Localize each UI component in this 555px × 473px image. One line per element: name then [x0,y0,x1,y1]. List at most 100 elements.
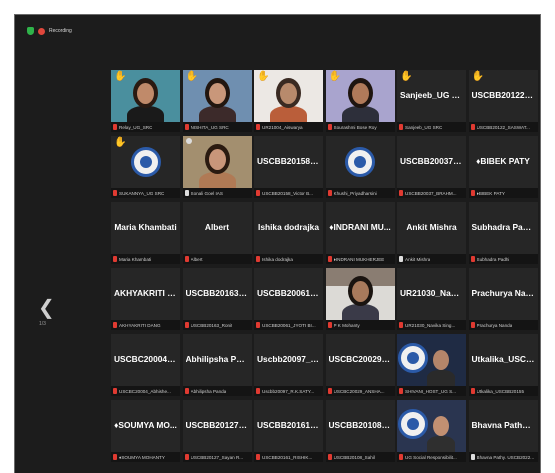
participant-tile[interactable]: Sonali Goel IAS [182,136,252,198]
participant-video-body [427,370,455,386]
participant-display-name: Abhilipsha Panda [185,354,249,364]
mic-muted-icon [256,124,260,130]
participant-display-name: ♦INDRANI MU... [329,222,391,232]
raised-hand-icon: ✋ [257,71,270,82]
mic-muted-icon [470,190,475,196]
participant-display-name: Ishika dodrajka [258,222,319,232]
record-icon [38,27,45,35]
participant-name-label: NISHITA_UG SRC [190,124,229,130]
participant-tile[interactable]: USCBB20122_S... ✋ USCBB20122_SASWAT... [468,70,538,132]
participant-name-label: Bhavna Pathy. USCB2022... [476,454,535,460]
participant-video-face [433,350,449,370]
participant-name-label: Sourashmi Bose Roy [333,124,377,130]
participant-tile[interactable]: USCBB20037_B... USCBB20037_BRAHM... [397,136,466,198]
participant-name-label: USCBB20037_BRAHM... [405,190,457,196]
mic-muted-icon [327,124,332,130]
participant-tile[interactable]: Ankit Mishra Ankit Mishra [397,202,466,264]
participant-tile[interactable]: Subhadra Padhi Subhadra Padhi [468,202,538,264]
participant-video-face [137,83,154,104]
participant-tile[interactable]: ✋ NISHITA_UG SRC [182,70,252,132]
participant-display-name: USCBC20029_A... [328,354,392,364]
participant-display-name: USCBB20061_JY... [257,288,320,298]
participant-tile[interactable]: P K Mohanty [325,268,395,330]
participant-tile[interactable]: USCBB20061_JY... USCBB20061_JYOTI BI... [254,268,323,330]
raised-hand-icon: ✋ [114,71,127,82]
security-shield-icon [27,27,34,35]
previous-page-arrow-icon[interactable]: ❮ [38,297,55,317]
participant-tile[interactable]: ♦INDRANI MU... ♦INDRANI MUKHERJEE [325,202,395,264]
raised-hand-icon: ✋ [114,137,127,148]
mic-muted-icon [399,454,403,460]
participant-tile[interactable]: USCBC20004_A... USCBC20004_Abhishe... [111,334,180,396]
mic-muted-icon [470,256,475,262]
participant-display-name: Sanjeeb_UG SRC [400,90,463,100]
participant-tile[interactable]: ♦SOUMYA MO... ♦SOUMYA MOHANTY [111,400,180,462]
spotlight-icon [185,138,192,144]
participant-tile[interactable]: USCBB20161_R... USCBB20161_RISHIK... [254,400,323,462]
mic-muted-icon [113,322,117,328]
participant-tile[interactable]: Ishika dodrajka Ishika dodrajka [254,202,323,264]
participant-name-bar: Uscbb20097_R.K.SATY... [254,386,323,396]
participant-display-name: USCBB20037_B... [400,156,463,166]
participant-tile[interactable]: Bhavna Pathy. U... Bhavna Pathy. USCB2022… [468,400,538,462]
participant-tile[interactable]: USCBB20158_Vi... USCBB20158_Victor B... [254,136,323,198]
participant-tile[interactable]: ✋ Relay_UG_SRC [111,70,180,132]
participant-name-label: USCBC20004_Abhishe... [119,388,171,394]
mic-muted-icon [256,388,260,394]
raised-hand-icon: ✋ [400,71,413,82]
participant-tile[interactable]: USCBB20108_S... USCBB20108_Sahil [325,400,395,462]
participant-tile[interactable]: USCBB20127_Sa... USCBB20127_Sayan R... [182,400,252,462]
page-indicator: 1/3 [39,321,46,327]
participant-tile[interactable]: USCBB20163_R... USCBB20163_Ronit [182,268,252,330]
participant-name-label: USCBB20127_Sayan R... [190,454,244,460]
participant-name-bar: Sourashmi Bose Roy [325,122,395,132]
mic-muted-icon [184,388,189,394]
participant-name-label: Sanjeeb_UG SRC [405,124,443,130]
participant-tile[interactable]: Abhilipsha Panda Abhilipsha Panda [182,334,252,396]
participant-tile[interactable]: Khushi_Priyadharsini [325,136,395,198]
participant-name-bar: P K Mohanty [325,320,395,330]
participant-display-name: Maria Khambati [114,222,177,232]
participant-tile[interactable]: UG Social Responsibilit... [397,400,466,462]
mic-muted-icon [470,124,475,130]
participant-tile[interactable]: Prachurya Nanda Prachurya Nanda [468,268,538,330]
participant-name-label: USCBB20158_Victor B... [262,190,313,196]
zoom-gallery-window: Recording ❮ 1/3 ✋ Relay_UG_SRC ✋ NISHITA_UG… [14,14,541,473]
participant-display-name: Ankit Mishra [406,222,457,232]
participant-tile[interactable]: Uscbb20097_R... Uscbb20097_R.K.SATY... [254,334,323,396]
participant-display-name: Subhadra Padhi [471,222,535,232]
participant-name-label: USCBB20161_RISHIK... [262,454,313,460]
mic-muted-icon [256,256,260,262]
participant-tile[interactable]: ✋ Sourashmi Bose Roy [325,70,395,132]
participant-tile[interactable]: AKHYAKRITI DA... AKHYAKRITI DANG [111,268,180,330]
mic-muted-icon [256,322,260,328]
participant-display-name: ♦SOUMYA MO... [114,420,177,430]
recording-indicator[interactable]: Recording [27,25,72,37]
participant-name-bar: USCBB20122_SASWAT... [468,122,538,132]
participant-name-label: Albert [190,256,203,262]
participant-name-label: Abhilipsha Panda [190,388,227,394]
participant-tile[interactable]: Maria Khambati Maria Khambati [111,202,180,264]
participant-tile[interactable]: ✋ SUKANNYA_UG SRC [111,136,180,198]
participant-name-label: ♦BIBEK PATY [476,190,505,196]
participant-name-bar: UR21030_Navika Sing... [397,320,466,330]
mic-icon [470,454,475,460]
participant-tile[interactable]: ♦BIBEK PATY ♦BIBEK PATY [468,136,538,198]
participant-name-bar: Bhavna Pathy. USCB2022... [468,452,538,462]
participant-display-name: USCBB20127_Sa... [185,420,249,430]
participant-tile[interactable]: Albert Albert [182,202,252,264]
participant-tile[interactable]: UR21030_Navik... UR21030_Navika Sing... [397,268,466,330]
university-logo-icon [345,147,375,177]
participant-tile[interactable]: ✋ UR21004_Aiswarya [254,70,323,132]
participant-tile[interactable]: Sanjeeb_UG SRC ✋ Sanjeeb_UG SRC [397,70,466,132]
participant-tile[interactable]: SHIVANI_HOST_UG S... [397,334,466,396]
mic-muted-icon [470,322,475,328]
participant-tile[interactable]: Utkalika_USCBB... Utkalika_USCBB20155 [468,334,538,396]
participant-video-face [351,281,369,302]
participant-name-label: ♦SOUMYA MOHANTY [119,454,165,460]
participant-tile[interactable]: USCBC20029_A... USCBC20029_ANSHA... [325,334,395,396]
participant-name-bar: Khushi_Priyadharsini [325,188,395,198]
recording-label: Recording [49,28,72,34]
mic-muted-icon [113,454,117,460]
mic-muted-icon [327,190,332,196]
